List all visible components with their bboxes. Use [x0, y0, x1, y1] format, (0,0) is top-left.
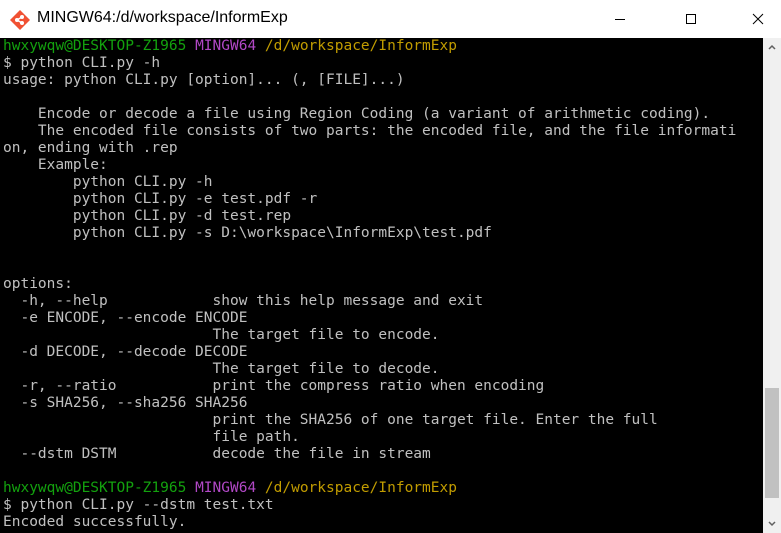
- terminal-window: MINGW64:/d/workspace/InformExp hwxywqw@D…: [0, 0, 781, 533]
- help-line: python CLI.py -e test.pdf -r: [3, 191, 318, 207]
- prompt-path: /d/workspace/InformExp: [264, 480, 457, 496]
- help-line: print the SHA256 of one target file. Ent…: [3, 412, 658, 428]
- vertical-scrollbar[interactable]: [763, 38, 781, 533]
- help-line: python CLI.py -d test.rep: [3, 208, 292, 224]
- scroll-down-button[interactable]: [763, 515, 781, 533]
- close-button[interactable]: [735, 0, 781, 38]
- scrollbar-thumb[interactable]: [765, 388, 779, 498]
- prompt-user: hwxywqw@DESKTOP-Z1965: [3, 38, 187, 54]
- title-bar[interactable]: MINGW64:/d/workspace/InformExp: [0, 0, 781, 38]
- maximize-icon: [686, 14, 696, 24]
- scroll-up-button[interactable]: [763, 38, 781, 56]
- output-line: Encoded successfully.: [3, 514, 187, 530]
- prompt-line: hwxywqw@DESKTOP-Z1965 MINGW64 /d/workspa…: [3, 38, 457, 55]
- help-line: python CLI.py -s D:\workspace\InformExp\…: [3, 225, 492, 241]
- help-line: -h, --help show this help message and ex…: [3, 293, 484, 309]
- help-line: usage: python CLI.py [option]... (, [FIL…: [3, 72, 405, 88]
- command-line: $ python CLI.py -h: [3, 55, 161, 71]
- git-bash-icon[interactable]: [9, 9, 31, 31]
- maximize-button[interactable]: [668, 0, 714, 38]
- scroll-up-arrow-icon: [768, 44, 776, 50]
- help-line: on, ending with .rep: [3, 140, 178, 156]
- help-line: -s SHA256, --sha256 SHA256: [3, 395, 248, 411]
- prompt-line: hwxywqw@DESKTOP-Z1965 MINGW64 /d/workspa…: [3, 480, 457, 497]
- help-line: --dstm DSTM decode the file in stream: [3, 446, 431, 462]
- prompt-path: /d/workspace/InformExp: [264, 38, 457, 54]
- prompt-user: hwxywqw@DESKTOP-Z1965: [3, 480, 187, 496]
- help-line: The encoded file consists of two parts: …: [3, 123, 737, 139]
- help-line: options:: [3, 276, 73, 292]
- help-line: -e ENCODE, --encode ENCODE: [3, 310, 248, 326]
- command-line: $ python CLI.py --dstm test.txt: [3, 497, 274, 513]
- minimize-icon: [615, 19, 625, 20]
- help-line: file path.: [3, 429, 300, 445]
- minimize-button[interactable]: [597, 0, 643, 38]
- scroll-down-arrow-icon: [768, 521, 776, 527]
- prompt-shell: MINGW64: [195, 480, 257, 496]
- help-line: -r, --ratio print the compress ratio whe…: [3, 378, 545, 394]
- close-icon: [752, 13, 764, 25]
- help-line: python CLI.py -h: [3, 174, 213, 190]
- window-title: MINGW64:/d/workspace/InformExp: [37, 9, 288, 26]
- help-line: The target file to decode.: [3, 361, 440, 377]
- help-line: The target file to encode.: [3, 327, 440, 343]
- help-line: -d DECODE, --decode DECODE: [3, 344, 248, 360]
- terminal-output[interactable]: hwxywqw@DESKTOP-Z1965 MINGW64 /d/workspa…: [0, 38, 763, 533]
- help-line: Example:: [3, 157, 108, 173]
- prompt-shell: MINGW64: [195, 38, 257, 54]
- help-line: Encode or decode a file using Region Cod…: [3, 106, 711, 122]
